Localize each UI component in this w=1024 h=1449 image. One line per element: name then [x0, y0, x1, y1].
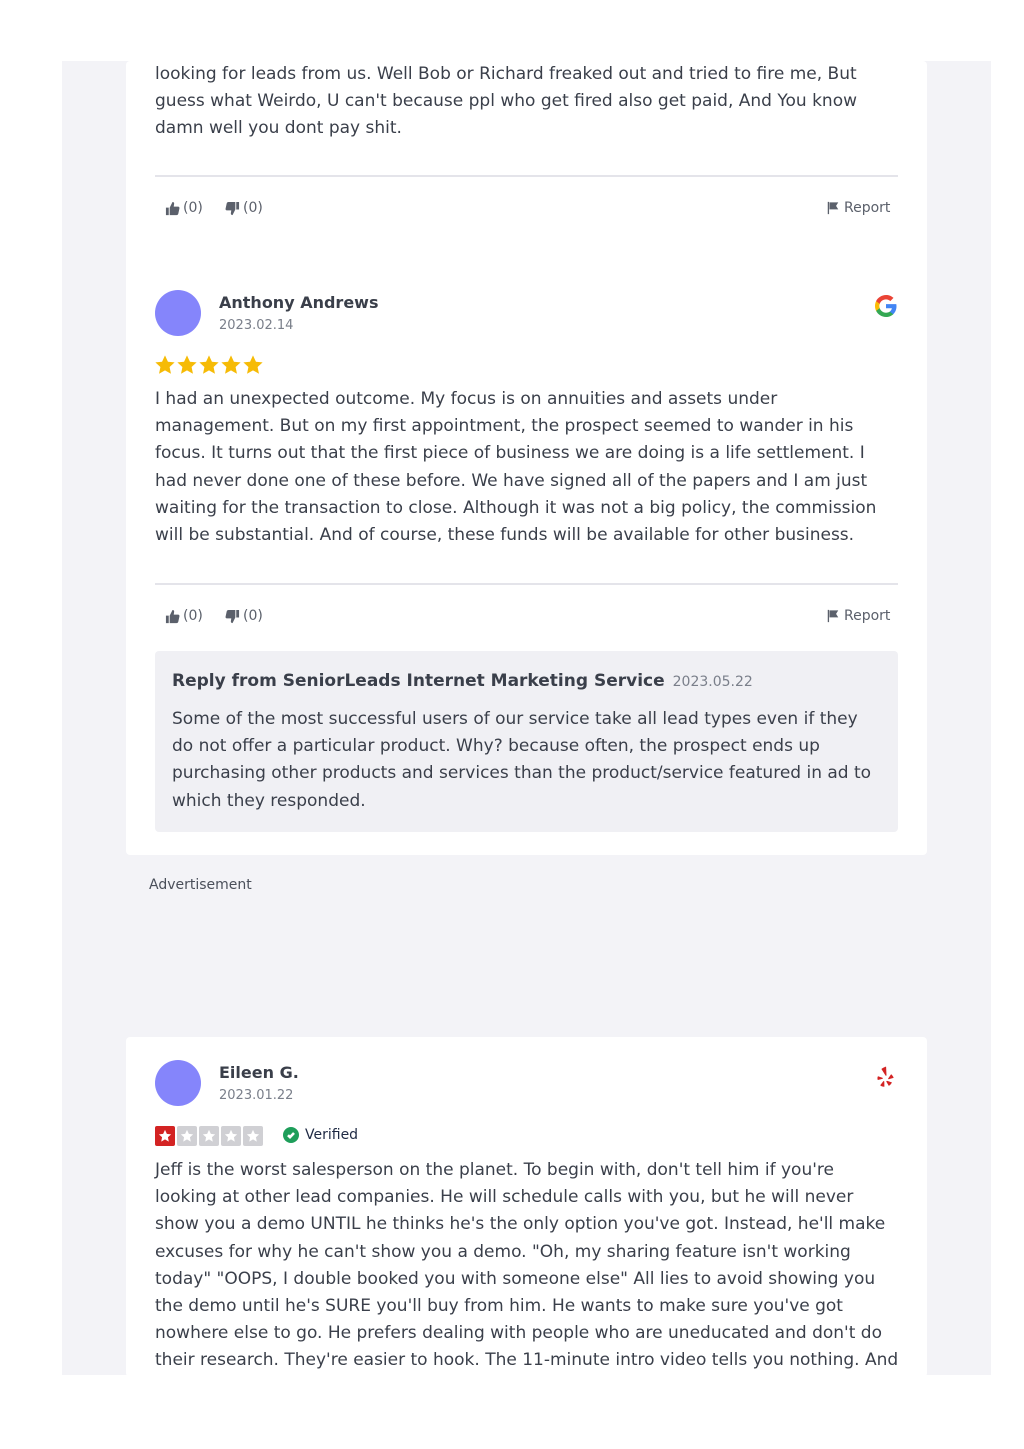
verified-badge: Verified — [283, 1127, 358, 1143]
review-date: 2023.02.14 — [219, 318, 294, 333]
reviews-panel: looking for leads from us. Well Bob or R… — [62, 61, 991, 1375]
dislike-count: (0) — [243, 200, 263, 216]
report-button[interactable]: Report — [826, 200, 890, 216]
flag-icon — [827, 609, 839, 623]
review-date: 2023.01.22 — [219, 1088, 294, 1103]
star-icon — [199, 355, 219, 374]
thumbs-up-icon — [165, 201, 180, 215]
divider — [155, 583, 898, 585]
star-icon — [155, 355, 175, 374]
review-card: Anthony Andrews 2023.02.14 I had an unex… — [126, 266, 927, 855]
verified-label: Verified — [305, 1127, 359, 1143]
like-button[interactable]: (0) — [165, 608, 203, 624]
like-count: (0) — [183, 200, 203, 216]
star-icon — [177, 355, 197, 374]
review-text: Jeff is the worst salesperson on the pla… — [155, 1160, 899, 1371]
star-icon — [155, 1126, 175, 1146]
report-button[interactable]: Report — [826, 608, 890, 624]
google-icon — [875, 295, 897, 317]
review-author: Anthony Andrews — [219, 293, 379, 312]
thumbs-down-icon — [225, 201, 240, 215]
reply-date: 2023.05.22 — [672, 674, 753, 690]
flag-icon — [827, 201, 839, 215]
thumbs-down-icon — [225, 609, 240, 623]
star-empty-icon — [243, 1126, 263, 1146]
like-button[interactable]: (0) — [165, 200, 203, 216]
star-icon — [221, 355, 241, 374]
review-text: looking for leads from us. Well Bob or R… — [155, 64, 857, 139]
dislike-button[interactable]: (0) — [225, 200, 263, 216]
dislike-button[interactable]: (0) — [225, 608, 263, 624]
reply-text: Some of the most successful users of our… — [172, 709, 872, 811]
dislike-count: (0) — [243, 608, 263, 624]
yelp-icon — [877, 1066, 894, 1087]
report-label: Report — [844, 608, 891, 624]
star-icon — [243, 355, 263, 374]
reply-header: Reply from SeniorLeads Internet Marketin… — [172, 671, 753, 691]
star-rating — [155, 1126, 265, 1146]
like-count: (0) — [183, 608, 203, 624]
star-empty-icon — [177, 1126, 197, 1146]
owner-reply: Reply from SeniorLeads Internet Marketin… — [155, 651, 898, 832]
star-empty-icon — [221, 1126, 241, 1146]
reply-title: Reply from SeniorLeads Internet Marketin… — [172, 671, 665, 691]
review-text: I had an unexpected outcome. My focus is… — [155, 389, 877, 546]
check-circle-icon — [283, 1127, 299, 1143]
divider — [155, 175, 898, 177]
report-label: Report — [844, 200, 891, 216]
star-rating — [154, 354, 264, 376]
thumbs-up-icon — [165, 609, 180, 623]
star-empty-icon — [199, 1126, 219, 1146]
avatar — [155, 1060, 201, 1106]
review-card: Eileen G. 2023.01.22 Verified Jeff is th… — [126, 1037, 927, 1375]
advertisement-label: Advertisement — [149, 877, 252, 893]
avatar — [155, 290, 201, 336]
review-author: Eileen G. — [219, 1063, 299, 1082]
